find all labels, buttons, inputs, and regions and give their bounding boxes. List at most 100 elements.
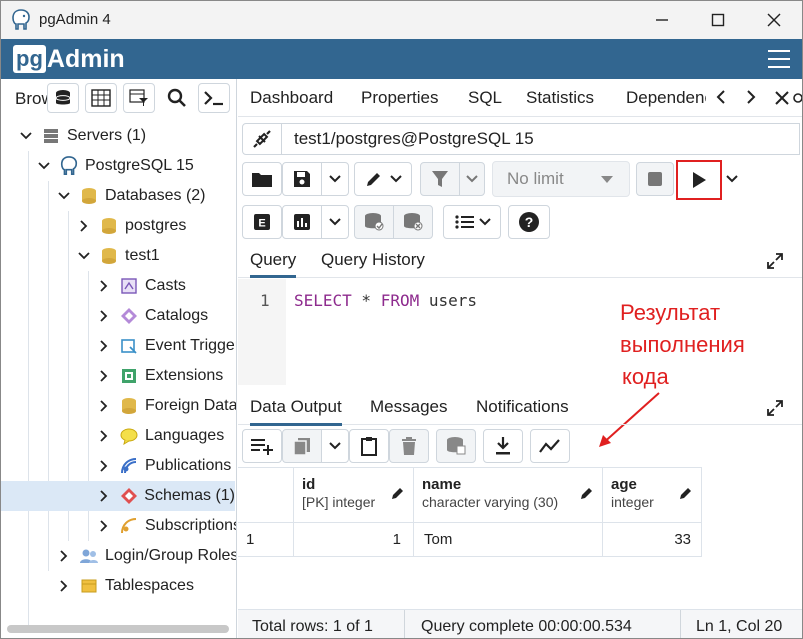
explorer-toolbar: Browser — [1, 79, 236, 117]
maximize-output-button[interactable] — [766, 399, 784, 422]
tab-dashboard[interactable]: Dashboard — [250, 88, 333, 108]
chevron-right-icon[interactable] — [97, 279, 111, 293]
tree-node-login-group-roles[interactable]: Login/Group Roles — [57, 541, 236, 571]
tree-node-casts[interactable]: Casts — [97, 271, 186, 301]
explain-button[interactable]: E — [242, 205, 282, 239]
query-tool-tab[interactable] — [774, 89, 802, 112]
tree-node-test1[interactable]: test1 — [77, 241, 160, 271]
tabs-scroll-right[interactable] — [746, 89, 756, 110]
copy-button[interactable] — [282, 429, 322, 463]
tree-node-tablespaces[interactable]: Tablespaces — [57, 571, 194, 601]
chevron-down-icon[interactable] — [57, 189, 71, 203]
tree-node-foreign-data-wrappers[interactable]: Foreign Data Wrappers — [97, 391, 236, 421]
psql-tool-button[interactable] — [198, 83, 230, 113]
save-data-button[interactable] — [436, 429, 476, 463]
column-header-age[interactable]: age integer — [603, 467, 702, 523]
add-row-button[interactable] — [242, 429, 282, 463]
tree-node-catalogs[interactable]: Catalogs — [97, 301, 208, 331]
explain-analyze-button[interactable] — [282, 205, 322, 239]
chevron-right-icon[interactable] — [77, 219, 91, 233]
graph-visualiser-button[interactable] — [530, 429, 570, 463]
filter-dropdown[interactable] — [459, 162, 485, 196]
column-header-id[interactable]: id [PK] integer — [294, 467, 414, 523]
horizontal-scrollbar[interactable] — [7, 625, 229, 633]
chevron-right-icon[interactable] — [97, 429, 111, 443]
stop-button[interactable] — [636, 162, 674, 196]
execute-button[interactable] — [676, 160, 722, 200]
chevron-right-icon[interactable] — [97, 459, 111, 473]
tab-dependencies[interactable]: Dependencies — [626, 88, 706, 108]
cell-name[interactable]: Tom — [414, 523, 603, 557]
help-button[interactable]: ? — [508, 205, 550, 239]
tree-node-extensions[interactable]: Extensions — [97, 361, 223, 391]
minimize-button[interactable] — [634, 1, 690, 39]
commit-button[interactable] — [354, 205, 394, 239]
view-data-button[interactable] — [85, 83, 117, 113]
chevron-right-icon[interactable] — [57, 579, 71, 593]
execute-options-dropdown[interactable] — [722, 162, 742, 196]
filter-button[interactable] — [420, 162, 460, 196]
tab-sql[interactable]: SQL — [468, 88, 502, 108]
copy-options-dropdown[interactable] — [321, 429, 349, 463]
tree-node-servers[interactable]: Servers (1) — [19, 121, 146, 151]
tree-node-schemas[interactable]: Schemas (1) — [1, 481, 235, 511]
save-file-button[interactable] — [282, 162, 322, 196]
search-objects-button[interactable] — [161, 83, 193, 113]
chevron-down-icon — [329, 218, 341, 226]
chevron-right-icon[interactable] — [97, 399, 111, 413]
close-button[interactable] — [746, 1, 802, 39]
object-explorer: Browser — [1, 79, 237, 638]
limit-select[interactable]: No limit — [492, 161, 630, 197]
open-file-button[interactable] — [242, 162, 282, 196]
tree-node-postgresql-15[interactable]: PostgreSQL 15 — [37, 151, 194, 181]
filter-rows-button[interactable] — [123, 83, 155, 113]
connection-select[interactable]: test1/postgres@PostgreSQL 15 — [282, 123, 800, 155]
edit-dropdown[interactable] — [354, 162, 412, 196]
download-button[interactable] — [483, 429, 523, 463]
chevron-right-icon[interactable] — [97, 519, 111, 533]
tree-node-event-triggers[interactable]: Event Triggers — [97, 331, 236, 361]
chevron-down-icon[interactable] — [37, 159, 51, 173]
code-line[interactable]: SELECT * FROM users — [294, 291, 477, 310]
tabs-scroll-left[interactable] — [716, 89, 726, 110]
tab-statistics[interactable]: Statistics — [526, 88, 594, 108]
cell-id[interactable]: 1 — [294, 523, 414, 557]
chevron-right-icon[interactable] — [97, 309, 111, 323]
tab-messages[interactable]: Messages — [370, 397, 447, 417]
chevron-right-icon[interactable] — [57, 549, 71, 563]
chevron-right-icon[interactable] — [97, 489, 111, 503]
chevron-down-icon[interactable] — [19, 129, 33, 143]
tree-node-publications[interactable]: Publications — [97, 451, 231, 481]
chevron-down-icon — [329, 442, 341, 450]
paste-button[interactable] — [349, 429, 389, 463]
macros-dropdown[interactable] — [443, 205, 501, 239]
column-header-name[interactable]: name character varying (30) — [414, 467, 603, 523]
cell-age[interactable]: 33 — [603, 523, 702, 557]
status-rows: Total rows: 1 of 1 — [252, 618, 373, 635]
tree-node-subscriptions[interactable]: Subscriptions — [97, 511, 236, 541]
tab-query[interactable]: Query — [250, 250, 297, 278]
save-options-dropdown[interactable] — [321, 162, 349, 196]
chevron-right-icon[interactable] — [97, 339, 111, 353]
tab-properties[interactable]: Properties — [361, 88, 438, 108]
connection-status-button[interactable] — [242, 123, 282, 155]
tab-notifications[interactable]: Notifications — [476, 397, 569, 417]
tab-data-output[interactable]: Data Output — [250, 397, 342, 426]
explain-options-dropdown[interactable] — [321, 205, 349, 239]
row-number[interactable]: 1 — [238, 523, 294, 557]
minimize-icon — [656, 19, 668, 21]
tree-node-languages[interactable]: Languages — [97, 421, 224, 451]
connection-bar: test1/postgres@PostgreSQL 15 — [242, 121, 800, 157]
tree-node-databases[interactable]: Databases (2) — [57, 181, 206, 211]
maximize-button[interactable] — [690, 1, 746, 39]
chevron-right-icon[interactable] — [97, 369, 111, 383]
menu-button[interactable] — [768, 50, 790, 68]
tab-query-history[interactable]: Query History — [321, 250, 425, 270]
delete-row-button[interactable] — [389, 429, 429, 463]
maximize-panel-button[interactable] — [766, 252, 784, 275]
tree-node-postgres[interactable]: postgres — [77, 211, 186, 241]
query-tool-button[interactable] — [47, 83, 79, 113]
rollback-button[interactable] — [393, 205, 433, 239]
chevron-down-icon[interactable] — [77, 249, 91, 263]
plug-icon — [253, 130, 271, 148]
